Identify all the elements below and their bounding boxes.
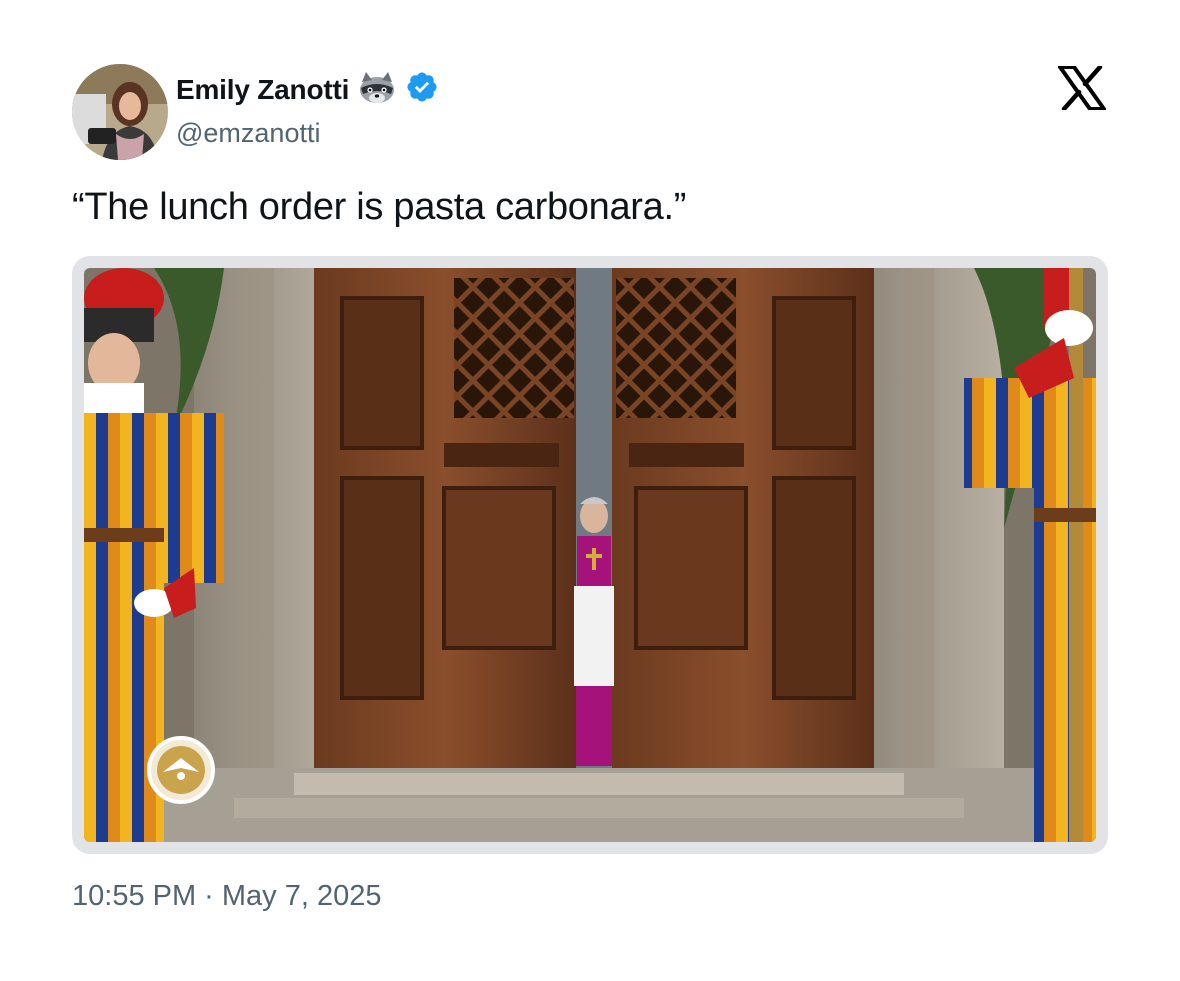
avatar-image xyxy=(72,64,168,160)
tweet-timestamp[interactable]: 10:55 PM · May 7, 2025 xyxy=(72,880,382,913)
tweet-media[interactable] xyxy=(72,256,1108,854)
raccoon-icon xyxy=(357,70,397,109)
verified-badge-icon[interactable] xyxy=(405,70,439,109)
tweet-text: “The lunch order is pasta carbonara.” xyxy=(72,186,687,228)
vatican-door-image xyxy=(84,268,1096,842)
x-logo-icon[interactable] xyxy=(1058,64,1106,112)
dove-seal-icon xyxy=(147,736,215,804)
author-name-row: Emily Zanotti xyxy=(176,70,439,109)
author-name[interactable]: Emily Zanotti xyxy=(176,74,349,106)
author-handle[interactable]: @emzanotti xyxy=(176,118,320,149)
author-avatar[interactable] xyxy=(72,64,168,160)
